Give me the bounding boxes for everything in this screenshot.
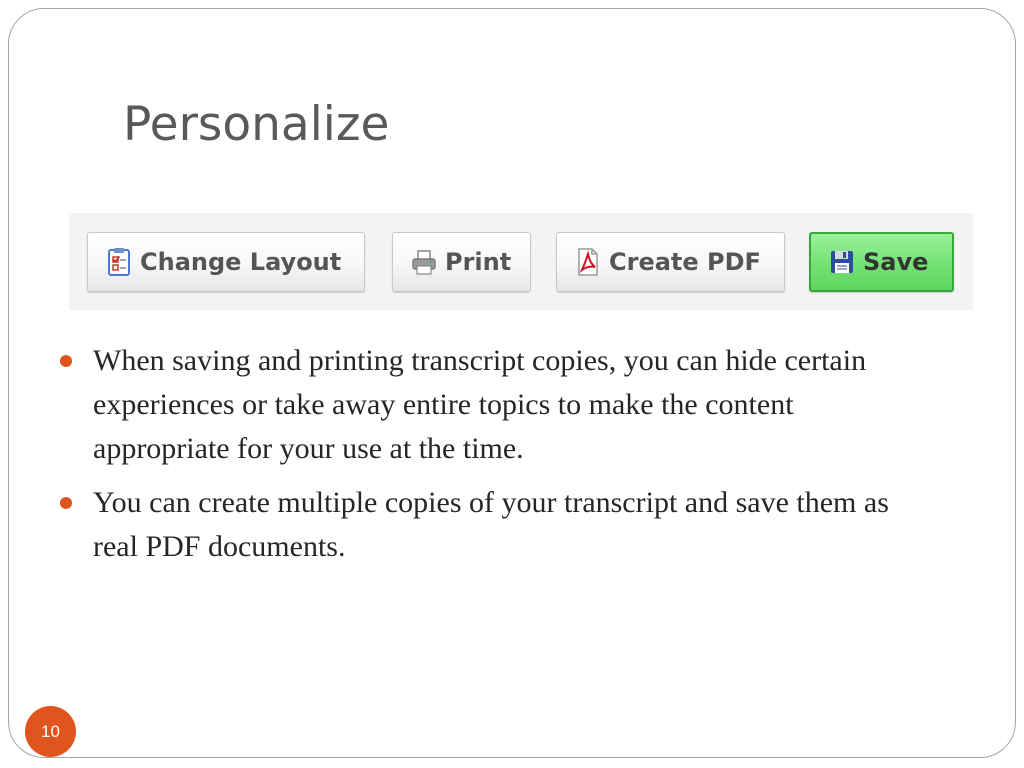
page-number-badge: 10 bbox=[25, 706, 76, 757]
change-layout-button[interactable]: Change Layout bbox=[87, 232, 365, 292]
toolbar-screenshot: Change Layout Print Create PDF Save bbox=[69, 213, 973, 310]
save-label: Save bbox=[863, 248, 929, 276]
create-pdf-button[interactable]: Create PDF bbox=[556, 232, 785, 292]
print-label: Print bbox=[445, 248, 512, 276]
bullet-dot-icon bbox=[60, 497, 72, 509]
pdf-icon bbox=[578, 248, 598, 276]
bullet-list: When saving and printing transcript copi… bbox=[55, 339, 895, 579]
bullet-text: You can create multiple copies of your t… bbox=[93, 486, 889, 563]
slide-title: Personalize bbox=[123, 97, 390, 152]
checklist-icon bbox=[108, 248, 130, 276]
save-button[interactable]: Save bbox=[809, 232, 954, 292]
change-layout-label: Change Layout bbox=[140, 248, 342, 276]
floppy-disk-icon bbox=[831, 251, 853, 273]
bullet-dot-icon bbox=[60, 355, 72, 367]
printer-icon bbox=[412, 250, 436, 275]
bullet-item: You can create multiple copies of your t… bbox=[55, 481, 895, 569]
bullet-text: When saving and printing transcript copi… bbox=[93, 344, 867, 465]
slide: Personalize Change Layout Print Create P… bbox=[8, 8, 1016, 758]
create-pdf-label: Create PDF bbox=[609, 248, 761, 276]
page-number: 10 bbox=[41, 721, 60, 741]
print-button[interactable]: Print bbox=[392, 232, 531, 292]
bullet-item: When saving and printing transcript copi… bbox=[55, 339, 895, 471]
